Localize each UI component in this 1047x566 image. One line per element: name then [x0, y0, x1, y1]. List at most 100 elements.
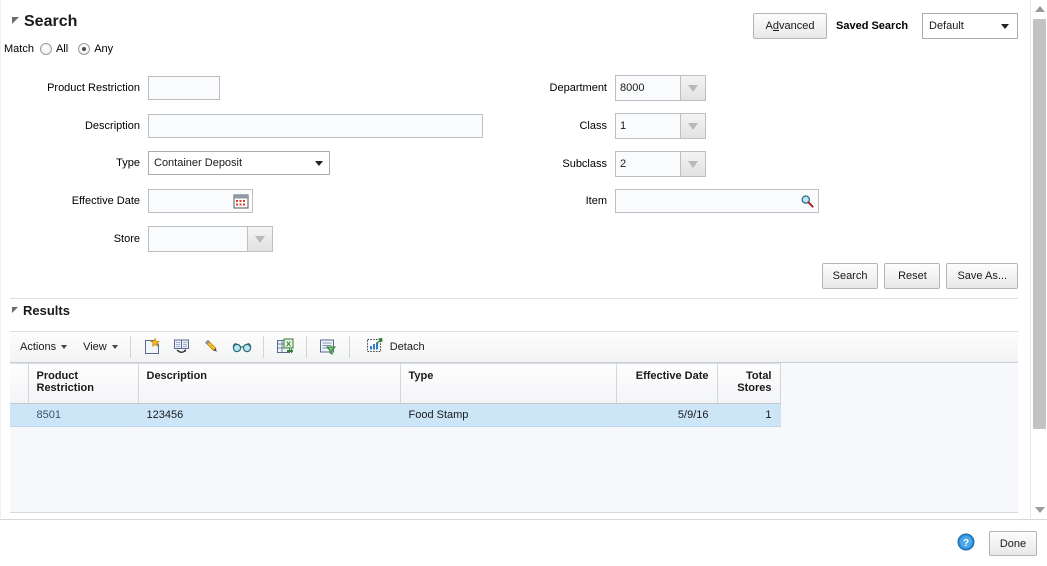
svg-text:?: ? — [963, 538, 969, 549]
view-glasses-icon[interactable] — [230, 335, 254, 359]
scroll-up-button[interactable] — [1031, 0, 1047, 17]
edit-icon[interactable] — [200, 335, 224, 359]
create-icon[interactable] — [140, 335, 164, 359]
effective-date-field — [148, 189, 253, 213]
row-handle-cell[interactable] — [10, 403, 29, 427]
results-panel-header[interactable]: Results — [12, 302, 70, 318]
saved-search-label: Saved Search — [836, 20, 909, 32]
view-menu-label: View — [83, 341, 107, 353]
type-select-value: Container Deposit — [154, 157, 243, 169]
cell-product-restriction[interactable]: 8501 — [28, 403, 139, 427]
chevron-up-icon — [1034, 5, 1045, 12]
label-class: Class — [579, 120, 607, 132]
store-lov — [148, 226, 273, 252]
radio-any-indicator[interactable] — [78, 43, 91, 55]
done-button[interactable]: Done — [989, 531, 1037, 556]
detach-button[interactable]: Detach — [360, 335, 431, 359]
item-input[interactable] — [615, 189, 819, 213]
detach-icon — [366, 337, 384, 358]
search-action-buttons: Search Reset Save As... — [821, 263, 1018, 289]
row-handle-header — [10, 363, 29, 404]
subclass-lov — [615, 151, 706, 177]
duplicate-icon[interactable] — [170, 335, 194, 359]
label-item: Item — [585, 195, 607, 207]
chevron-down-icon — [688, 122, 698, 130]
label-subclass: Subclass — [562, 158, 607, 170]
svg-text:X: X — [286, 339, 291, 348]
field-type: Type Container Deposit — [0, 151, 340, 175]
item-search-field — [615, 189, 819, 213]
column-header-effective-date[interactable]: Effective Date — [616, 363, 718, 404]
results-table: Product Restriction Description Type Eff… — [10, 363, 781, 427]
match-any-label: Any — [94, 43, 114, 55]
product-restriction-input[interactable] — [148, 76, 220, 100]
column-header-product-restriction[interactable]: Product Restriction — [28, 363, 139, 404]
department-input[interactable] — [615, 75, 680, 101]
search-button[interactable]: Search — [821, 263, 879, 289]
vertical-scrollbar[interactable] — [1030, 0, 1047, 518]
column-header-type[interactable]: Type — [400, 363, 617, 404]
column-header-description[interactable]: Description — [138, 363, 401, 404]
field-description: Description — [0, 114, 490, 138]
radio-all-indicator[interactable] — [39, 43, 52, 55]
scrollbar-thumb[interactable] — [1033, 19, 1046, 429]
label-description: Description — [84, 120, 140, 132]
search-icon[interactable] — [799, 193, 815, 209]
search-panel-header[interactable]: Search — [12, 13, 77, 31]
footer-bar: ? Done — [0, 519, 1047, 566]
actions-menu-label: Actions — [20, 341, 57, 353]
advanced-button[interactable]: Ad vanced — [753, 13, 827, 39]
reset-button[interactable]: Reset — [884, 263, 941, 289]
type-select[interactable]: Container Deposit — [148, 151, 330, 175]
chevron-down-icon — [688, 84, 698, 92]
label-store: Store — [113, 233, 140, 245]
search-panel-title: Search — [24, 13, 78, 30]
help-icon[interactable]: ? — [957, 533, 975, 551]
view-menu[interactable]: View — [77, 336, 124, 358]
field-subclass: Subclass — [490, 151, 706, 177]
scroll-down-button[interactable] — [1031, 501, 1047, 518]
results-toolbar: Actions View X Detach — [10, 331, 1018, 363]
description-input[interactable] — [148, 114, 483, 138]
match-radio-all[interactable]: All — [39, 43, 68, 55]
toolbar-divider — [262, 336, 264, 358]
column-header-total-stores[interactable]: Total Stores — [717, 363, 781, 404]
toolbar-divider — [305, 336, 307, 358]
saved-search-select[interactable]: Default — [922, 13, 1018, 39]
field-item: Item — [490, 189, 819, 213]
chevron-down-icon — [1034, 506, 1045, 513]
export-to-excel-icon[interactable]: X — [273, 335, 297, 359]
content-pane: Search Ad vanced Saved Search Default Mat… — [0, 0, 1022, 518]
actions-menu[interactable]: Actions — [14, 336, 73, 358]
field-product-restriction: Product Restriction — [0, 76, 228, 100]
label-product-restriction: Product Restriction — [47, 82, 140, 94]
cell-effective-date: 5/9/16 — [616, 403, 718, 427]
field-class: Class — [490, 113, 706, 139]
table-row[interactable]: 8501 123456 Food Stamp 5/9/16 1 — [10, 403, 781, 427]
store-input[interactable] — [148, 226, 247, 252]
chevron-down-icon — [61, 345, 68, 349]
collapse-search-icon[interactable] — [12, 17, 19, 24]
save-as-button[interactable]: Save As... — [946, 263, 1018, 289]
match-row: Match All Any — [4, 43, 123, 55]
class-lov — [615, 113, 706, 139]
toolbar-divider — [129, 336, 131, 358]
detach-label: Detach — [389, 341, 425, 353]
department-dropdown-button[interactable] — [680, 75, 706, 101]
store-dropdown-button[interactable] — [247, 226, 273, 252]
subclass-input[interactable] — [615, 151, 680, 177]
results-panel-title: Results — [23, 303, 70, 319]
cell-total-stores: 1 — [717, 403, 781, 427]
chevron-down-icon — [315, 161, 323, 166]
chevron-down-icon — [688, 160, 698, 168]
label-department: Department — [549, 82, 607, 94]
scrollable-content-region: Search Ad vanced Saved Search Default Mat… — [0, 0, 1047, 518]
class-dropdown-button[interactable] — [680, 113, 706, 139]
collapse-results-icon[interactable] — [12, 306, 18, 313]
toolbar-divider — [348, 336, 350, 358]
calendar-icon[interactable] — [232, 192, 250, 210]
subclass-dropdown-button[interactable] — [680, 151, 706, 177]
match-radio-any[interactable]: Any — [78, 43, 113, 55]
class-input[interactable] — [615, 113, 680, 139]
query-by-example-icon[interactable] — [316, 335, 340, 359]
